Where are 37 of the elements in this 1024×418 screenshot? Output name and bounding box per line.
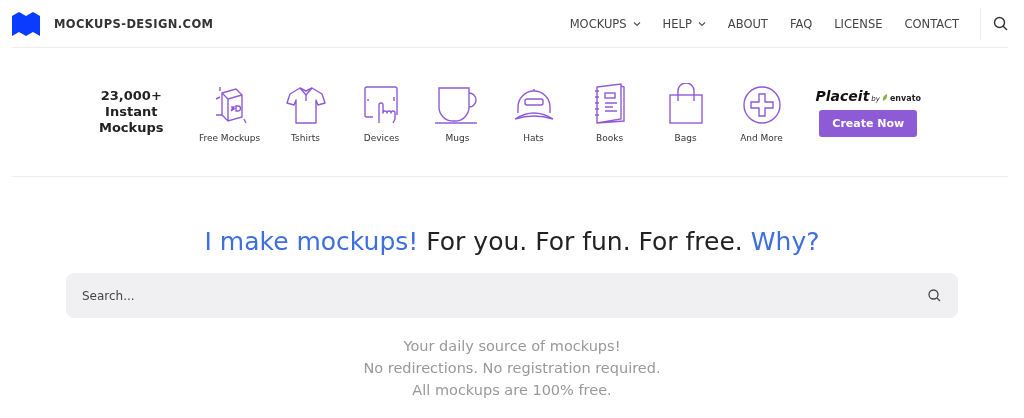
nav-link[interactable]: HELP	[651, 16, 717, 31]
bag-icon	[667, 83, 704, 125]
tablet-icon	[362, 85, 401, 125]
promo-headline: 23,000+	[100, 88, 162, 104]
category-label[interactable]: Bags	[674, 133, 697, 143]
nav-link[interactable]: LICENSE	[823, 16, 894, 31]
nav-link[interactable]: FAQ	[778, 16, 824, 31]
site-name[interactable]: MOCKUPS-DESIGN.COM	[54, 16, 214, 31]
search-icon[interactable]	[927, 288, 942, 303]
plus-icon	[741, 85, 782, 125]
logo-icon[interactable]	[12, 11, 40, 36]
promo-headline: Instant	[105, 104, 158, 120]
leaf-icon	[881, 93, 888, 101]
category-label[interactable]: Free Mockups	[198, 133, 261, 143]
partner-logo: envato	[889, 93, 921, 103]
tshirt-icon	[285, 85, 326, 125]
category-label[interactable]: Hats	[523, 133, 544, 143]
headline-text: For you. For fun. For free.	[426, 227, 743, 256]
nav-link[interactable]: MOCKUPS	[558, 16, 652, 31]
brand-logo: Placeit	[815, 87, 870, 104]
book-icon	[592, 83, 627, 125]
category-label[interactable]: Tshirts	[291, 133, 320, 143]
category-label[interactable]: Devices	[363, 133, 400, 143]
search-field[interactable]: Search...	[66, 273, 958, 318]
nav-link[interactable]: ABOUT	[716, 16, 779, 31]
tagline-text: No redirections. No registration required.	[363, 359, 661, 378]
tagline-text: All mockups are 100% free.	[412, 381, 612, 400]
category-label[interactable]: Mugs	[445, 133, 470, 143]
headline-text: I make mockups!	[204, 227, 419, 256]
category-label[interactable]: And More	[740, 133, 783, 143]
promo-headline: Mockups	[99, 120, 164, 136]
create-now-button[interactable]: Create Now	[819, 109, 918, 137]
nav-link[interactable]: CONTACT	[893, 16, 970, 31]
category-label[interactable]: Books	[596, 133, 624, 143]
search-icon[interactable]	[993, 16, 1008, 31]
why-link[interactable]: Why?	[750, 227, 820, 256]
tagline-text: Your daily source of mockups!	[403, 337, 621, 356]
